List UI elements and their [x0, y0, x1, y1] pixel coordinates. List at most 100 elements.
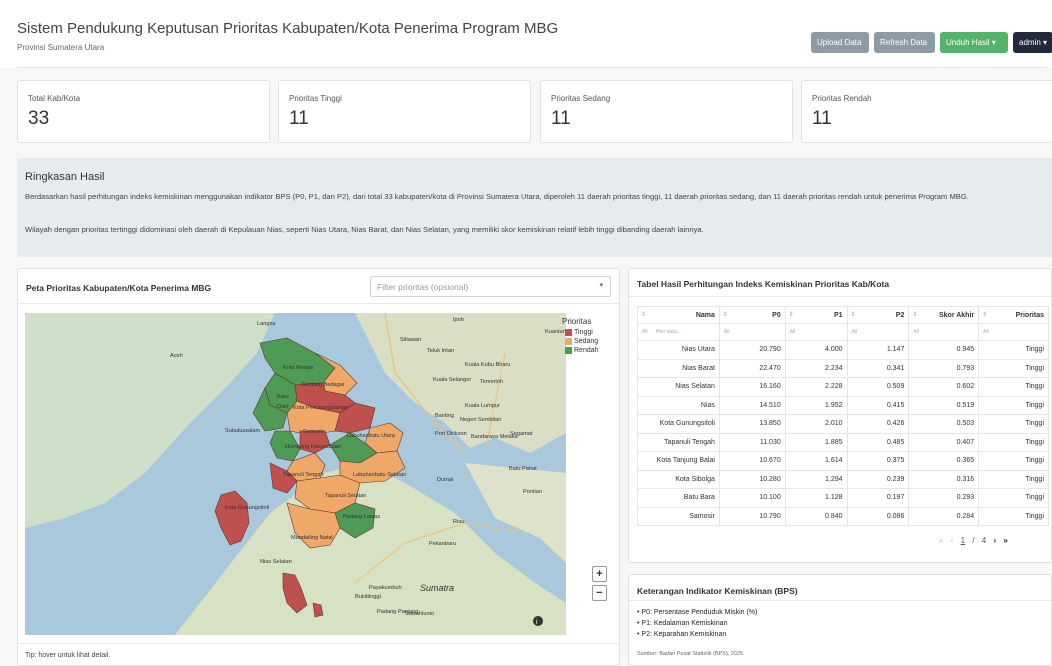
priority-filter-select[interactable]: Filter prioritas (opsional) ▾ [370, 276, 611, 297]
table-cell: 1.885 [784, 432, 848, 452]
filter-input-skor-akhir[interactable]: All [908, 323, 980, 341]
table-row[interactable]: Tapanuli Tengah 11.030 1.885 0.485 0.407 Ting… [637, 432, 1049, 452]
stat-value: 11 [551, 108, 571, 129]
map-label: Tapanuli Tengah [283, 472, 324, 478]
map-label: Langsa [257, 321, 276, 327]
table-cell: 0.375 [846, 451, 910, 471]
summary-paragraph: Berdasarkan hasil perhitungan indeks kem… [25, 192, 969, 201]
map-title: Peta Prioritas Kabupaten/Kota Penerima M… [26, 283, 212, 293]
table-cell: Nias Barat [637, 358, 720, 378]
table-cell: 0.407 [908, 432, 980, 452]
zoom-out-button[interactable]: − [592, 585, 607, 601]
map-label: Banting [435, 413, 454, 419]
table-row[interactable]: Kota Sibolga 10.280 1.294 0.239 0.316 Tinggi [637, 469, 1049, 489]
table-pagination: « ‹ 1 / 4 › » [939, 536, 1013, 545]
header-divider [17, 67, 1047, 68]
column-header-p2[interactable]: ⇕ P2 [846, 306, 910, 324]
map-legend: Prioritas Tinggi Sedang Rendah [562, 317, 617, 355]
zoom-in-button[interactable]: + [592, 566, 607, 582]
indicator-title: Keterangan Indikator Kemiskinan (BPS) [637, 586, 798, 596]
map-label: Batu Pahat [509, 466, 537, 472]
map-label: Negeri Sembilan [460, 417, 501, 423]
table-row[interactable]: Nias Selatan 16.160 2.228 0.509 0.602 Tinggi [637, 377, 1049, 397]
prev-page-button[interactable]: ‹ [951, 536, 954, 545]
map-panel: Peta Prioritas Kabupaten/Kota Penerima M… [17, 268, 620, 666]
map-label: Padang Lawas [343, 514, 380, 520]
sort-icon: ⇕ [722, 312, 728, 318]
stat-card-total: Total Kab/Kota 33 [17, 80, 270, 143]
column-header-skor-akhir[interactable]: ⇕ Skor Akhir [908, 306, 980, 324]
download-results-dropdown[interactable]: Unduh Hasil ▾ [940, 32, 1008, 53]
refresh-data-button[interactable]: Refresh Data [874, 32, 935, 53]
info-icon[interactable] [533, 616, 543, 626]
divider [629, 296, 1052, 297]
table-row[interactable]: Kota Gunungsitoli 13.850 2.010 0.426 0.503 Ti… [637, 414, 1049, 434]
filter-row: All filter data... All All All All All [637, 323, 1049, 341]
column-header-p0[interactable]: ⇕ P0 [718, 306, 786, 324]
stat-label: Prioritas Sedang [551, 94, 611, 103]
next-page-button[interactable]: › [993, 536, 996, 545]
table-cell: Kota Gunungsitoli [637, 414, 720, 434]
table-row[interactable]: Nias Barat 22.470 2.234 0.341 0.793 Tinggi [637, 358, 1049, 378]
filter-input-p0[interactable]: All [718, 323, 786, 341]
table-row[interactable]: Batu Bara 10.100 1.128 0.197 0.293 Tinggi [637, 488, 1049, 508]
legend-label: Tinggi [574, 329, 593, 336]
priority-map[interactable]: Langsa Ipoh Sitiawan Teluk Intan Kuala K… [25, 313, 566, 635]
stat-value: 11 [812, 108, 832, 129]
region-langkat[interactable] [259, 337, 336, 386]
legend-item-medium: Sedang [562, 337, 617, 346]
map-label: Mandailing Natal [291, 535, 333, 541]
map-label: Karo [277, 394, 289, 400]
column-header-prioritas[interactable]: ⇕ Prioritas [978, 306, 1049, 324]
table-cell: Nias Selatan [637, 377, 720, 397]
filter-input-nama[interactable]: All filter data... [637, 323, 720, 341]
total-pages: 4 [981, 536, 987, 545]
table-cell: 0.293 [908, 488, 980, 508]
filter-input-prioritas[interactable]: All [978, 323, 1049, 341]
map-canvas[interactable]: Langsa Ipoh Sitiawan Teluk Intan Kuala K… [25, 313, 566, 635]
table-cell: 0.341 [846, 358, 910, 378]
first-page-button[interactable]: « [939, 536, 943, 545]
current-page-input[interactable]: 1 [961, 536, 965, 545]
table-cell: 20.790 [718, 340, 786, 360]
table-cell: Tinggi [978, 377, 1049, 397]
region-nias[interactable] [214, 490, 250, 546]
sort-icon: ⇕ [982, 312, 988, 318]
summary-paragraph: Wilayah dengan prioritas tertinggi didom… [25, 225, 704, 234]
table-cell: 0.426 [846, 414, 910, 434]
app-header: Sistem Pendukung Keputusan Prioritas Kab… [0, 0, 1052, 68]
upload-data-button[interactable]: Upload Data [811, 32, 869, 53]
table-row[interactable]: Nias 14.510 1.952 0.415 0.519 Tinggi [637, 395, 1049, 415]
results-table: ⇕ Nama ⇕ P0 ⇕ P1 ⇕ P2 ⇕ Skor Akhir ⇕ Prioritas… [637, 306, 1049, 526]
table-cell: 2.010 [784, 414, 848, 434]
stat-value: 33 [28, 108, 50, 129]
table-row[interactable]: Nias Utara 20.790 4.000 1.147 0.945 Tinggi [637, 340, 1049, 360]
admin-user-dropdown[interactable]: admin ▾ [1013, 32, 1052, 53]
map-label: Sawahlunto [405, 611, 434, 617]
last-page-button[interactable]: » [1003, 536, 1007, 545]
map-label: Payakumbuh [369, 585, 402, 591]
filter-input-p2[interactable]: All [846, 323, 910, 341]
stat-card-low: Prioritas Rendah 11 [801, 80, 1052, 143]
table-cell: 14.510 [718, 395, 786, 415]
map-label: Kota Medan [283, 365, 313, 371]
table-cell: 2.234 [784, 358, 848, 378]
column-header-p1[interactable]: ⇕ P1 [784, 306, 848, 324]
table-row[interactable]: Samosir 10.790 0.840 0.086 0.284 Tinggi [637, 506, 1049, 526]
table-row[interactable]: Kota Tanjung Balai 10.670 1.614 0.375 0.365 T… [637, 451, 1049, 471]
sort-icon: ⇕ [912, 312, 918, 318]
indicator-item: P2: Keparahan Kemiskinan [637, 629, 757, 640]
filter-input-p1[interactable]: All [784, 323, 848, 341]
app-title: Sistem Pendukung Keputusan Prioritas Kab… [17, 20, 559, 37]
filter-placeholder: Filter prioritas (opsional) [377, 282, 469, 292]
stat-card-high: Prioritas Tinggi 11 [278, 80, 531, 143]
table-cell: Nias [637, 395, 720, 415]
map-label: Dumai [437, 477, 453, 483]
table-cell: Tapanuli Tengah [637, 432, 720, 452]
map-label: Nias Selatan [260, 559, 292, 565]
column-header-nama[interactable]: ⇕ Nama [637, 306, 720, 324]
map-label: Dairi [277, 404, 289, 410]
indicator-item: P0: Persentase Penduduk Miskin (%) [637, 607, 757, 618]
map-label: Teluk Intan [427, 348, 454, 354]
table-title: Tabel Hasil Perhitungan Indeks Kemiskina… [637, 279, 890, 289]
